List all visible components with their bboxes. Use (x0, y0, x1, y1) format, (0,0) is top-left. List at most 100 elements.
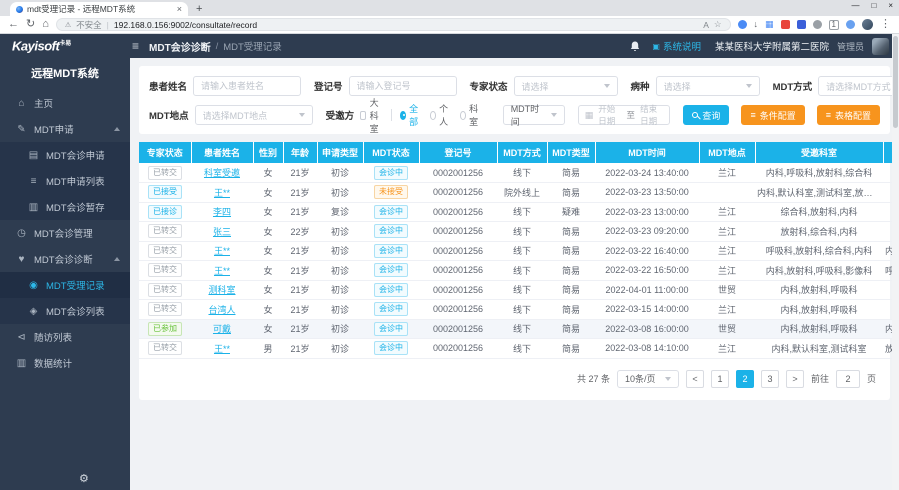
table-row[interactable]: 已转交王**男21岁初诊会诊中0002001256线下简易2022-03-08 … (139, 339, 899, 359)
extension-blue-icon[interactable] (738, 20, 747, 29)
system-help-link[interactable]: ▣系统说明 (652, 39, 701, 53)
patient-name-link[interactable]: 王** (214, 266, 230, 276)
register-no-input[interactable] (349, 76, 457, 96)
sidebar-item-mdt-consult-diagnosis[interactable]: ♥MDT会诊诊断 (0, 246, 130, 272)
address-divider: | (107, 20, 109, 30)
mdt-mode-select[interactable]: 请选择MDT方式 (818, 76, 899, 96)
mdt-status-tag: 会诊中 (374, 341, 408, 355)
invitee-radio-个人[interactable]: 个人 (430, 102, 451, 128)
extension-globe-icon[interactable] (846, 20, 855, 29)
mdt-mode-cell: 线下 (497, 202, 547, 222)
invitee-radio-全部[interactable]: 全部 (400, 102, 421, 128)
mdt-time-cell: 2022-03-23 13:00:00 (595, 202, 699, 222)
patient-name-link[interactable]: 王** (214, 188, 230, 198)
browser-tab[interactable]: mdt受理记录 - 远程MDT系统 × (10, 2, 188, 16)
expert-status: 已转交 (139, 163, 191, 183)
page-scrollbar[interactable] (892, 34, 899, 490)
calendar-icon: ▦ (585, 110, 594, 121)
patient-name-link[interactable]: 李四 (213, 207, 231, 217)
prev-page-button[interactable]: < (686, 370, 704, 388)
condition-config-button[interactable]: ≡条件配置 (741, 105, 804, 125)
extension-badge-icon[interactable]: 1 (829, 20, 839, 30)
settings-gear-icon[interactable]: ⚙ (79, 472, 89, 485)
hospital-name: 某某医科大学附属第二医院 (715, 39, 829, 53)
table-row[interactable]: 已转交王**女21岁初诊会诊中0002001256线下简易2022-03-22 … (139, 261, 899, 281)
page-button-2[interactable]: 2 (736, 370, 754, 388)
reader-mode-icon[interactable]: A (703, 20, 709, 30)
page-size-select[interactable]: 10条/页 (617, 370, 679, 388)
patient-name-cell: 王** (191, 339, 253, 359)
table-row[interactable]: 已转交科室受邀女21岁初诊会诊中0002001256线下简易2022-03-24… (139, 163, 899, 183)
sidebar-item-mdt-consult-draft[interactable]: ▥MDT会诊暂存 (0, 194, 130, 220)
expert-status-select[interactable]: 请选择 (514, 76, 618, 96)
tab-title: mdt受理记录 - 远程MDT系统 (27, 3, 173, 15)
table-row[interactable]: 已参加可戴女21岁初诊会诊中0002001256线下简易2022-03-08 1… (139, 319, 899, 339)
patient-name-link[interactable]: 科室受邀 (204, 168, 240, 178)
download-icon[interactable]: ↓ (754, 20, 759, 29)
sidebar-item-mdt-consult-manage[interactable]: ◷MDT会诊管理 (0, 220, 130, 246)
goto-page-input[interactable] (836, 370, 860, 388)
patient-name-link[interactable]: 测科室 (208, 285, 235, 295)
extension-red-icon[interactable] (781, 20, 790, 29)
next-page-button[interactable]: > (786, 370, 804, 388)
bookmark-star-icon[interactable]: ☆ (714, 19, 722, 30)
invited-depts-cell: 内科,放射科,呼吸科,影像科 (755, 261, 883, 281)
sidebar-item-mdt-apply[interactable]: ✎MDT申请 (0, 116, 130, 142)
sidebar-item-mdt-consult-apply[interactable]: ▤MDT会诊申请 (0, 142, 130, 168)
patient-name-input[interactable] (193, 76, 301, 96)
chevron-down-icon (299, 113, 305, 117)
table-row[interactable]: 已接诊李四女21岁复诊会诊中0002001256线下疑难2022-03-23 1… (139, 202, 899, 222)
page-button-3[interactable]: 3 (761, 370, 779, 388)
back-icon[interactable]: ← (8, 19, 19, 30)
scrollbar-thumb[interactable] (893, 36, 898, 128)
table-row[interactable]: 已转交台湾人女21岁初诊会诊中0002001256线下简易2022-03-15 … (139, 300, 899, 320)
browser-profile-avatar[interactable] (862, 19, 873, 30)
sidebar-item-mdt-apply-list[interactable]: ≡MDT申请列表 (0, 168, 130, 194)
window-maximize-button[interactable]: □ (871, 1, 876, 10)
window-close-button[interactable]: × (888, 1, 893, 10)
table-row[interactable]: 已接受王**女21岁初诊未接受0002001256院外线上简易2022-03-2… (139, 183, 899, 203)
patient-name-link[interactable]: 张三 (213, 227, 231, 237)
patient-name-link[interactable]: 可戴 (213, 324, 231, 334)
patient-name-link[interactable]: 王** (214, 344, 230, 354)
sidebar-item-mdt-accept-record[interactable]: ◉MDT受理记录 (0, 272, 130, 298)
new-tab-button[interactable]: + (196, 3, 202, 16)
sidebar-item-data-stats[interactable]: ▥数据统计 (0, 350, 130, 376)
window-minimize-button[interactable]: — (851, 1, 859, 10)
extension-gray-icon[interactable] (813, 20, 822, 29)
mdt-location-select[interactable]: 请选择MDT地点 (195, 105, 313, 125)
user-avatar[interactable] (872, 38, 889, 55)
reload-icon[interactable]: ↻ (26, 19, 35, 30)
disease-select[interactable]: 请选择 (656, 76, 760, 96)
browser-toolbar: ← ↻ ⌂ ⚠ 不安全 | 192.168.0.156:9002/consult… (0, 16, 899, 34)
address-bar[interactable]: ⚠ 不安全 | 192.168.0.156:9002/consultate/re… (56, 18, 731, 31)
patient-name-link[interactable]: 王** (214, 246, 230, 256)
invitee-radio-科室[interactable]: 科室 (460, 102, 481, 128)
sidebar-item-followup-list[interactable]: ⊲随访列表 (0, 324, 130, 350)
mdt-status: 会诊中 (363, 163, 419, 183)
page-button-1[interactable]: 1 (711, 370, 729, 388)
time-field-select[interactable]: MDT时间 (503, 105, 565, 125)
patient-name-link[interactable]: 台湾人 (208, 305, 235, 315)
browser-menu-icon[interactable]: ⋮ (880, 19, 891, 30)
table-row[interactable]: 已转交王**女21岁初诊会诊中0002001256线下简易2022-03-22 … (139, 241, 899, 261)
big-department-checkbox[interactable] (360, 111, 366, 120)
table-config-button[interactable]: ≡表格配置 (817, 105, 880, 125)
sidebar-item-mdt-consult-list[interactable]: ◈MDT会诊列表 (0, 298, 130, 324)
search-button[interactable]: 查询 (683, 105, 729, 125)
table-row[interactable]: 已转交测科室女21岁初诊会诊中0002001256线下简易2022-04-01 … (139, 280, 899, 300)
sidebar-collapse-icon[interactable]: ≡ (132, 39, 139, 53)
tab-close-icon[interactable]: × (177, 4, 182, 14)
chart-icon: ▥ (15, 358, 28, 369)
expert-status: 已转交 (139, 222, 191, 242)
extension-navy-icon[interactable] (797, 20, 806, 29)
mdt-time-cell: 2022-03-23 13:50:00 (595, 183, 699, 203)
date-range-picker[interactable]: ▦ 开始日期 至 结束日期 (578, 105, 671, 125)
breadcrumb-parent[interactable]: MDT会诊诊断 (149, 39, 211, 54)
grid-extension-icon[interactable]: ▦ (765, 20, 774, 29)
sidebar-item-home[interactable]: ⌂主页 (0, 90, 130, 116)
home-icon[interactable]: ⌂ (42, 19, 49, 30)
notification-bell-icon[interactable] (630, 41, 640, 52)
table-row[interactable]: 已转交张三女22岁初诊会诊中0002001256线下简易2022-03-23 0… (139, 222, 899, 242)
gender-cell: 女 (253, 241, 283, 261)
